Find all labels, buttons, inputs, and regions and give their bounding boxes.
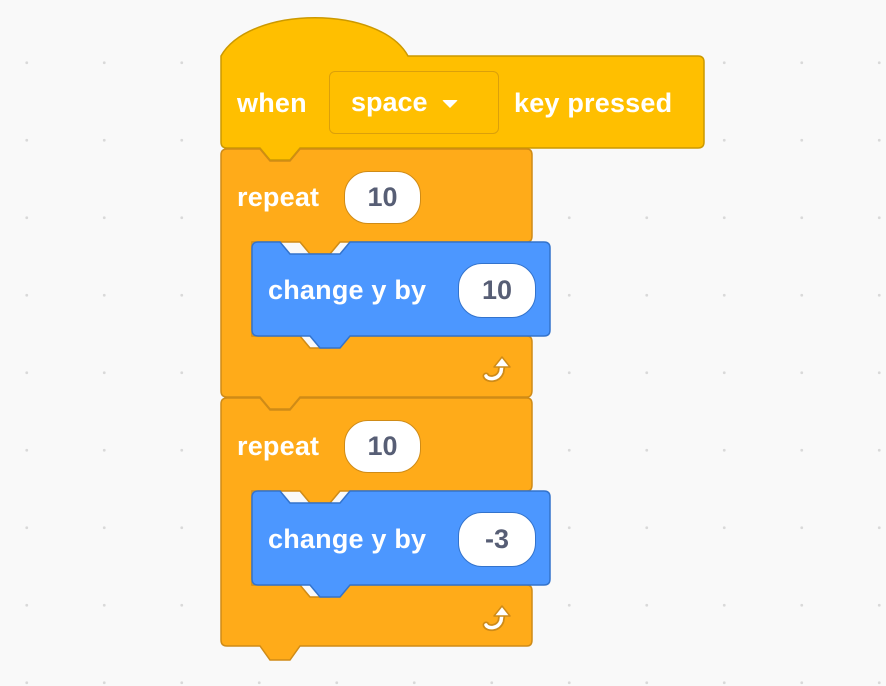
repeat-label-1: repeat	[237, 182, 320, 212]
key-dropdown-value: space	[351, 87, 428, 117]
key-pressed-label: key pressed	[514, 88, 673, 118]
change-y-input-1[interactable]: 10	[458, 263, 536, 318]
chevron-down-icon	[441, 99, 458, 108]
loop-arrow-icon	[482, 356, 511, 383]
when-label: when	[237, 88, 307, 118]
loop-arrow-icon	[482, 605, 511, 632]
change-y-label-1: change y by	[268, 275, 427, 305]
repeat-label-2: repeat	[237, 431, 320, 461]
repeat-count-input-2[interactable]: 10	[344, 420, 421, 473]
change-y-label-2: change y by	[268, 524, 427, 554]
change-y-input-2[interactable]: -3	[458, 512, 536, 567]
repeat-count-input-1[interactable]: 10	[344, 171, 421, 224]
key-dropdown[interactable]: space	[329, 71, 499, 134]
